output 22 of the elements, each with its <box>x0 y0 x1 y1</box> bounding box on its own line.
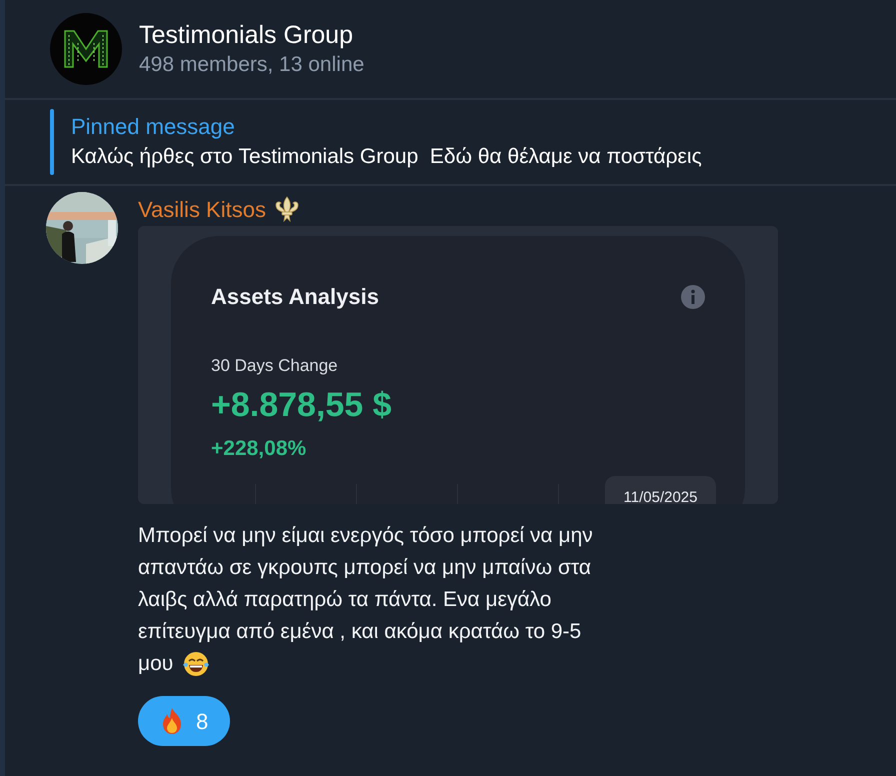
change-percent: +228,08% <box>211 436 308 462</box>
screenshot-image[interactable]: Assets Analysis 30 Days Change +8.878,55 $ +228,08% 11/05/2025 <box>138 226 778 504</box>
fire-icon <box>160 707 184 735</box>
pinned-label: Pinned message <box>71 113 236 141</box>
laughing-face-icon <box>181 649 212 679</box>
message-text: λαιβς αλλά παρατηρώ τα πάντα. Ενα μεγάλο <box>138 587 552 614</box>
fleur-de-lis-icon <box>274 195 300 223</box>
info-icon <box>681 284 705 308</box>
message-text: απαντάω σε γκρουπς μπορεί να μην μπαίνω στα <box>138 555 592 582</box>
message-text: επίτευγμα από εμένα , και ακόμα κρατάω το 9-5 <box>138 619 582 646</box>
group-avatar <box>50 13 122 85</box>
member-count: 498 members, 13 online <box>139 52 364 78</box>
change-label: 30 Days Change <box>211 355 339 377</box>
change-value: +8.878,55 $ <box>211 384 393 426</box>
pinned-message-bar[interactable]: Pinned message Καλώς ήρθες στο Testimonials Group Εδώ θα θέλαμε να ποστάρεις <box>5 100 896 186</box>
card-title: Assets Analysis <box>211 283 379 311</box>
message-text: Μπορεί να μην είμαι ενεργός τόσο μπορεί να μην <box>138 523 593 550</box>
message-text: μου <box>138 651 174 678</box>
pinned-text: Καλώς ήρθες στο Testimonials Group Εδώ θα θέλαμε να ποστάρεις <box>71 144 702 170</box>
group-title: Testimonials Group <box>139 20 354 51</box>
tooltip-date: 11/05/2025 <box>624 489 698 504</box>
sender-name[interactable]: Vasilis Kitsos <box>138 192 266 226</box>
